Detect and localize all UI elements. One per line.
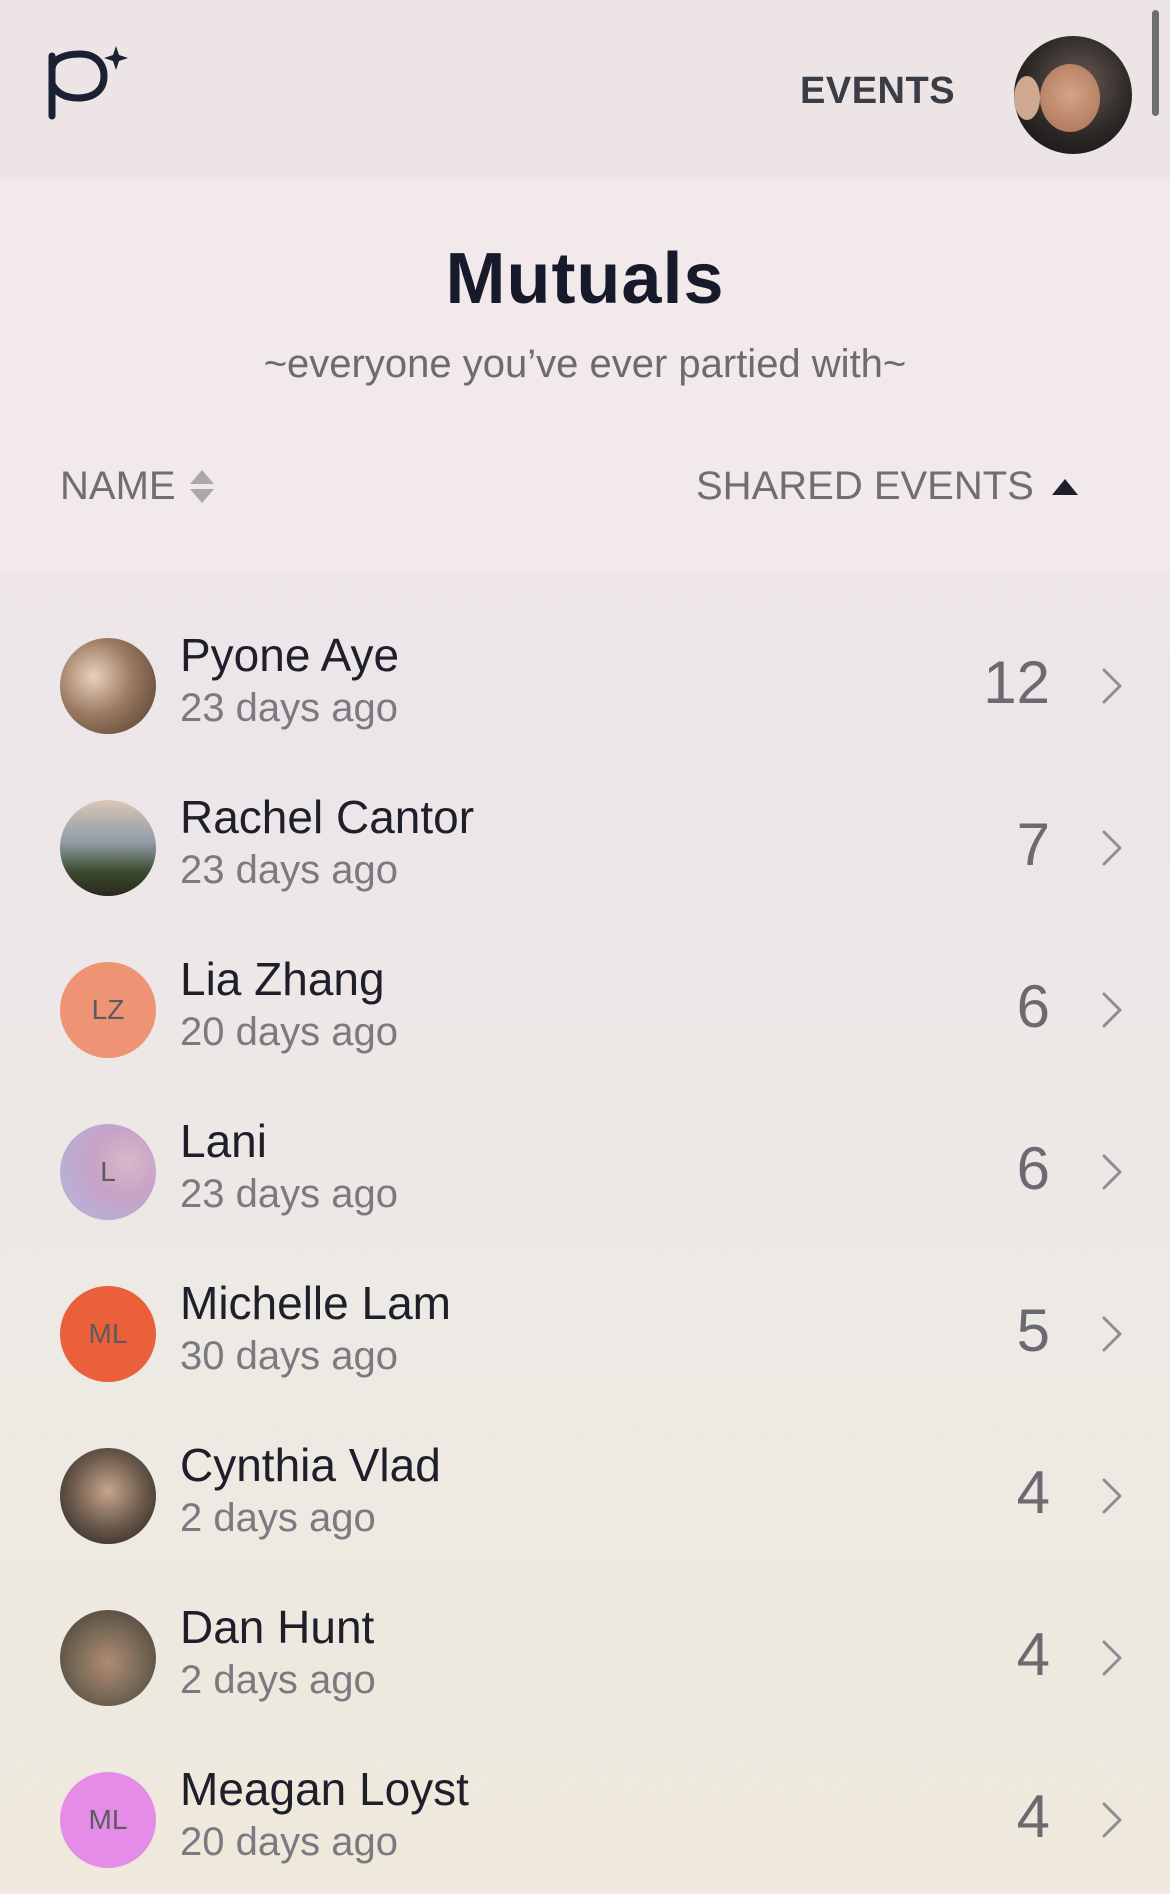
list-item[interactable]: ML Michelle Lam 30 days ago 5 xyxy=(0,1246,1170,1408)
list-item[interactable]: Dan Hunt 2 days ago 4 xyxy=(0,1570,1170,1732)
last-seen: 2 days ago xyxy=(180,1496,376,1540)
mutual-name: Rachel Cantor xyxy=(180,791,475,843)
avatar-initials: ML xyxy=(88,1318,128,1349)
shared-events-count: 5 xyxy=(1016,1297,1050,1364)
p-sparkle-logo-icon[interactable] xyxy=(46,42,136,122)
name-column-header[interactable]: NAME xyxy=(60,464,214,509)
chevron-right-icon[interactable] xyxy=(1092,1638,1132,1678)
chevron-right-icon[interactable] xyxy=(1092,1152,1132,1192)
avatar xyxy=(60,1610,156,1706)
list-item[interactable]: LZ Lia Zhang 20 days ago 6 xyxy=(0,922,1170,1084)
list-item[interactable]: ML Meagan Loyst 20 days ago 4 xyxy=(0,1732,1170,1894)
chevron-right-icon[interactable] xyxy=(1092,1314,1132,1354)
last-seen: 20 days ago xyxy=(180,1010,398,1054)
sort-unsorted-icon xyxy=(189,470,214,503)
shared-events-count: 4 xyxy=(1016,1459,1050,1526)
mutual-name: Lia Zhang xyxy=(180,953,385,1005)
avatar: ML xyxy=(60,1772,156,1868)
top-bar: EVENTS xyxy=(0,0,1170,180)
list-item[interactable]: L Lani 23 days ago 6 xyxy=(0,1084,1170,1246)
chevron-right-icon[interactable] xyxy=(1092,1476,1132,1516)
chevron-right-icon[interactable] xyxy=(1092,828,1132,868)
avatar xyxy=(60,1448,156,1544)
list-item[interactable]: Cynthia Vlad 2 days ago 4 xyxy=(0,1408,1170,1570)
chevron-right-icon[interactable] xyxy=(1092,1800,1132,1840)
shared-events-count: 12 xyxy=(983,649,1050,716)
shared-events-column-header[interactable]: SHARED EVENTS xyxy=(696,464,1078,509)
shared-events-count: 6 xyxy=(1016,1135,1050,1202)
mutual-name: Cynthia Vlad xyxy=(180,1439,441,1491)
avatar-initials: L xyxy=(100,1156,116,1187)
avatar-initials: ML xyxy=(88,1804,128,1835)
mutual-name: Michelle Lam xyxy=(180,1277,451,1329)
last-seen: 2 days ago xyxy=(180,1658,376,1702)
page-subtitle: ~everyone you’ve ever partied with~ xyxy=(263,342,907,386)
avatar: ML xyxy=(60,1286,156,1382)
sort-ascending-icon xyxy=(1051,478,1078,495)
last-seen: 23 days ago xyxy=(180,848,398,892)
list-item[interactable]: Pyone Aye 23 days ago 12 xyxy=(0,598,1170,760)
mutual-name: Dan Hunt xyxy=(180,1601,375,1653)
nav-events-link[interactable]: EVENTS xyxy=(800,70,955,113)
last-seen: 23 days ago xyxy=(180,686,398,730)
last-seen: 20 days ago xyxy=(180,1820,398,1864)
avatar: L xyxy=(60,1124,156,1220)
list-item[interactable]: Rachel Cantor 23 days ago 7 xyxy=(0,760,1170,922)
scrollbar[interactable] xyxy=(1152,10,1159,116)
last-seen: 30 days ago xyxy=(180,1334,398,1378)
avatar xyxy=(60,638,156,734)
shared-events-column-label: SHARED EVENTS xyxy=(696,464,1034,508)
avatar: LZ xyxy=(60,962,156,1058)
user-avatar[interactable] xyxy=(1014,36,1132,154)
shared-events-count: 4 xyxy=(1016,1783,1050,1850)
chevron-right-icon[interactable] xyxy=(1092,666,1132,706)
shared-events-count: 4 xyxy=(1016,1621,1050,1688)
mutual-name: Meagan Loyst xyxy=(180,1763,469,1815)
mutual-name: Pyone Aye xyxy=(180,629,400,681)
page-title: Mutuals xyxy=(445,239,725,319)
mutual-name: Lani xyxy=(180,1115,267,1167)
shared-events-count: 7 xyxy=(1016,811,1050,878)
chevron-right-icon[interactable] xyxy=(1092,990,1132,1030)
name-column-label: NAME xyxy=(60,464,176,508)
last-seen: 23 days ago xyxy=(180,1172,398,1216)
avatar xyxy=(60,800,156,896)
avatar-initials: LZ xyxy=(91,994,125,1025)
shared-events-count: 6 xyxy=(1016,973,1050,1040)
